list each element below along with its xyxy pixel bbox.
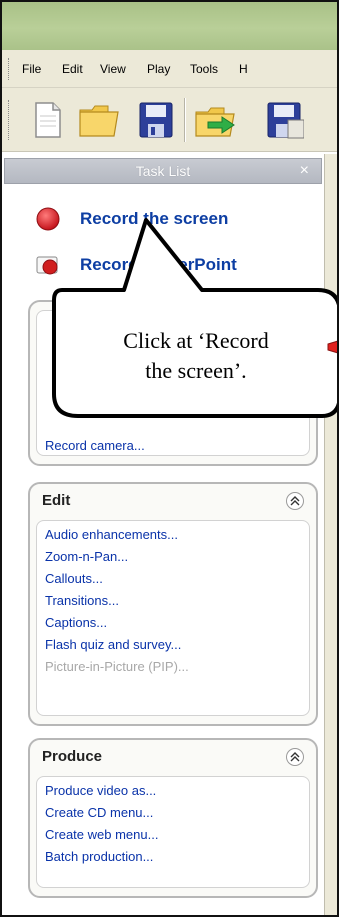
edit-link-audio[interactable]: Audio enhancements... <box>45 527 178 542</box>
produce-group-body: Produce video as... Create CD menu... Cr… <box>36 776 310 888</box>
produce-link-video[interactable]: Produce video as... <box>45 783 156 798</box>
produce-group: Produce Produce video as... Create CD me… <box>28 738 318 898</box>
toolbar-grip[interactable] <box>8 100 11 140</box>
toolbar <box>2 88 337 152</box>
edit-link-zoom[interactable]: Zoom-n-Pan... <box>45 549 128 564</box>
edit-link-callouts[interactable]: Callouts... <box>45 571 103 586</box>
edit-group-body: Audio enhancements... Zoom-n-Pan... Call… <box>36 520 310 716</box>
produce-link-batch[interactable]: Batch production... <box>45 849 153 864</box>
produce-link-cd-menu[interactable]: Create CD menu... <box>45 805 153 820</box>
menu-view[interactable]: View <box>100 62 126 76</box>
collapse-edit-button[interactable] <box>286 492 304 510</box>
edit-link-flash-quiz[interactable]: Flash quiz and survey... <box>45 637 181 652</box>
callout-text: Click at ‘Record the screen’. <box>80 326 312 386</box>
edit-link-captions[interactable]: Captions... <box>45 615 107 630</box>
application-window: File Edit View Play Tools H Task List × … <box>0 0 339 917</box>
callout-line-1: Click at ‘Record <box>123 328 269 353</box>
import-folder-icon[interactable] <box>194 100 235 140</box>
new-file-icon[interactable] <box>28 100 68 140</box>
menu-tools[interactable]: Tools <box>190 62 218 76</box>
edit-group-title: Edit <box>42 492 71 509</box>
produce-group-title: Produce <box>42 748 103 765</box>
menu-bar: File Edit View Play Tools H <box>2 50 337 88</box>
title-bar <box>2 2 337 50</box>
record-camera-link[interactable]: Record camera... <box>45 438 145 453</box>
menubar-grip[interactable] <box>8 58 11 80</box>
menu-play[interactable]: Play <box>147 62 170 76</box>
double-chevron-up-icon <box>290 752 300 762</box>
menu-file[interactable]: File <box>22 62 41 76</box>
produce-link-web-menu[interactable]: Create web menu... <box>45 827 158 842</box>
edit-link-pip: Picture-in-Picture (PIP)... <box>45 659 189 674</box>
double-chevron-up-icon <box>290 496 300 506</box>
collapse-produce-button[interactable] <box>286 748 304 766</box>
save-icon[interactable] <box>136 100 176 140</box>
menu-edit[interactable]: Edit <box>62 62 83 76</box>
export-icon[interactable] <box>264 100 305 140</box>
open-folder-icon[interactable] <box>78 100 119 140</box>
edit-link-transitions[interactable]: Transitions... <box>45 593 119 608</box>
toolbar-separator <box>184 98 186 142</box>
callout-line-2: the screen’. <box>145 358 247 383</box>
red-marker-icon <box>327 340 337 354</box>
edit-group: Edit Audio enhancements... Zoom-n-Pan...… <box>28 482 318 726</box>
menu-help[interactable]: H <box>239 62 248 76</box>
